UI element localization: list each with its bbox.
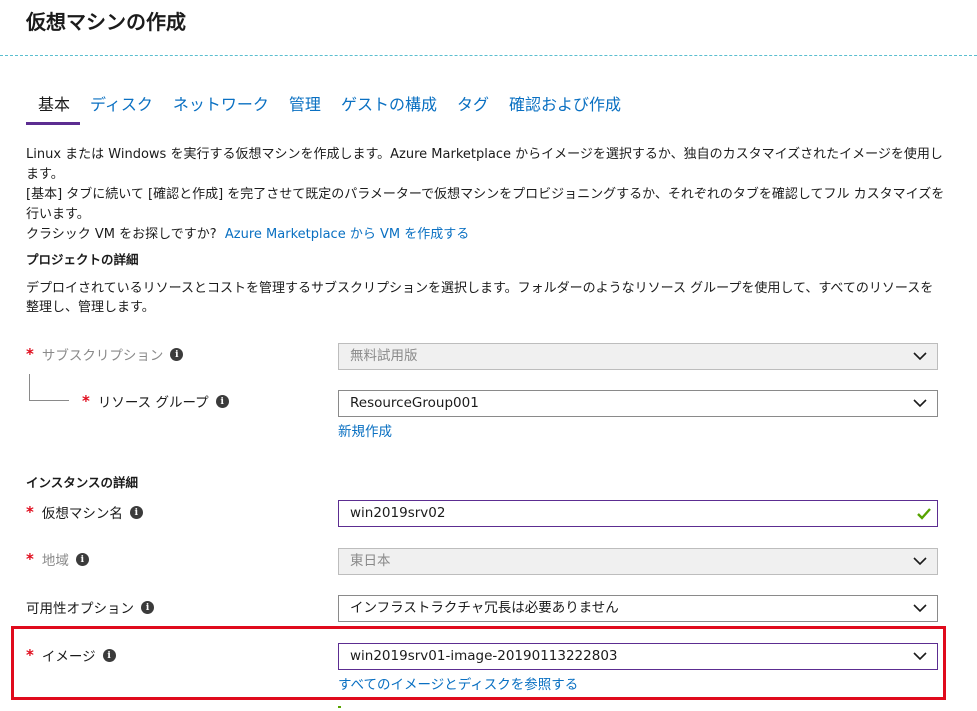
info-icon[interactable]: i	[75, 552, 89, 566]
tab-guest-config[interactable]: ゲストの構成	[331, 93, 447, 125]
required-asterisk: *	[82, 392, 90, 410]
vm-name-input[interactable]: win2019srv02	[338, 500, 938, 527]
availability-label: 可用性オプション i	[26, 597, 154, 617]
availability-label-text: 可用性オプション	[26, 601, 134, 617]
tree-connector-line	[29, 374, 69, 401]
subscription-value: 無料試用版	[350, 348, 418, 364]
chevron-down-icon	[913, 352, 927, 361]
vm-name-label-text: 仮想マシン名	[41, 506, 123, 522]
subscription-select: 無料試用版	[338, 343, 938, 370]
availability-value: インフラストラクチャ冗長は必要ありません	[350, 600, 619, 616]
create-new-resource-group-link[interactable]: 新規作成	[338, 420, 392, 440]
tab-tags[interactable]: タグ	[447, 93, 499, 125]
page-title: 仮想マシンの作成	[26, 10, 186, 34]
info-icon[interactable]: i	[170, 347, 184, 361]
vm-name-label: * 仮想マシン名 i	[26, 502, 143, 522]
required-asterisk: *	[26, 345, 34, 363]
title-divider	[0, 55, 977, 56]
vm-name-value: win2019srv02	[350, 505, 446, 521]
resource-group-label: * リソース グループ i	[82, 391, 229, 411]
tab-networking[interactable]: ネットワーク	[163, 93, 279, 125]
subscription-label: * サブスクリプション i	[26, 344, 184, 364]
project-details-heading: プロジェクトの詳細	[26, 252, 139, 267]
chevron-down-icon	[913, 604, 927, 613]
project-details-description: デプロイされているリソースとコストを管理するサブスクリプションを選択します。フォ…	[26, 281, 934, 315]
required-asterisk: *	[26, 503, 34, 521]
availability-select[interactable]: インフラストラクチャ冗長は必要ありません	[338, 595, 938, 622]
region-label: * 地域 i	[26, 549, 89, 569]
instance-details-heading: インスタンスの詳細	[26, 475, 139, 490]
info-icon[interactable]: i	[141, 600, 154, 614]
resource-group-label-text: リソース グループ	[97, 395, 209, 411]
resource-group-value: ResourceGroup001	[350, 395, 479, 411]
intro-line-2: [基本] タブに続いて [確認と作成] を完了させて既定のパラメーターで仮想マシ…	[26, 187, 945, 222]
tab-bar: 基本 ディスク ネットワーク 管理 ゲストの構成 タグ 確認および作成	[26, 93, 631, 125]
tab-management[interactable]: 管理	[279, 93, 331, 125]
region-value: 東日本	[350, 553, 391, 569]
chevron-down-icon	[913, 557, 927, 566]
subscription-label-text: サブスクリプション	[41, 348, 164, 364]
region-select: 東日本	[338, 548, 938, 575]
region-label-text: 地域	[41, 553, 69, 569]
marketplace-vm-link[interactable]: Azure Marketplace から VM を作成する	[225, 227, 469, 242]
checkmark-icon	[917, 508, 931, 520]
tab-review-create[interactable]: 確認および作成	[499, 93, 631, 125]
intro-text: Linux または Windows を実行する仮想マシンを作成します。Azure…	[26, 145, 946, 245]
info-icon[interactable]: i	[129, 505, 143, 519]
chevron-down-icon	[913, 399, 927, 408]
intro-line-1: Linux または Windows を実行する仮想マシンを作成します。Azure…	[26, 147, 943, 182]
info-icon[interactable]: i	[215, 394, 229, 408]
required-asterisk: *	[26, 550, 34, 568]
image-highlight-box	[11, 626, 946, 700]
intro-line-3: クラシック VM をお探しですか? Azure Marketplace から V…	[26, 225, 946, 245]
tab-disks[interactable]: ディスク	[80, 93, 163, 125]
classic-vm-question: クラシック VM をお探しですか?	[26, 227, 217, 242]
tab-basics[interactable]: 基本	[26, 93, 81, 125]
partial-element-edge	[338, 706, 341, 708]
resource-group-select[interactable]: ResourceGroup001	[338, 390, 938, 417]
